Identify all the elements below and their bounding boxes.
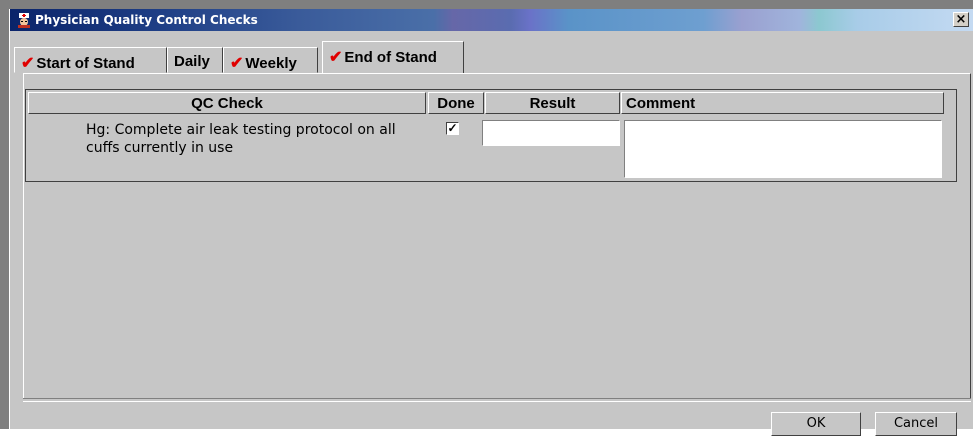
col-header-result[interactable]: Result bbox=[485, 92, 620, 114]
tab-label: Start of Stand bbox=[36, 55, 135, 72]
tab-label: Daily bbox=[174, 53, 210, 70]
window-title: Physician Quality Control Checks bbox=[35, 13, 258, 27]
tab-weekly[interactable]: ✔ Weekly bbox=[223, 47, 318, 73]
checkmark-icon: ✔ bbox=[21, 55, 35, 72]
col-header-comment[interactable]: Comment bbox=[621, 92, 944, 114]
ok-button[interactable]: OK bbox=[771, 412, 861, 436]
tab-label: Weekly bbox=[245, 55, 297, 72]
col-header-qc-check[interactable]: QC Check bbox=[28, 92, 426, 114]
tab-label: End of Stand bbox=[344, 49, 437, 66]
col-header-done[interactable]: Done bbox=[428, 92, 484, 114]
result-field[interactable] bbox=[482, 120, 620, 146]
tab-end-of-stand[interactable]: ✔ End of Stand bbox=[322, 41, 464, 73]
cancel-button[interactable]: Cancel bbox=[875, 412, 957, 436]
footer-divider bbox=[23, 398, 971, 402]
close-icon[interactable]: × bbox=[953, 12, 969, 27]
app-doctor-icon bbox=[18, 13, 30, 28]
done-checkbox[interactable]: ✓ bbox=[446, 122, 459, 135]
qc-dialog: Physician Quality Control Checks × ✔ Star… bbox=[9, 9, 973, 436]
table-row: Hg: Complete air leak testing protocol o… bbox=[28, 116, 954, 180]
tab-start-of-stand[interactable]: ✔ Start of Stand bbox=[14, 47, 167, 73]
window-frame-top bbox=[0, 0, 973, 9]
qc-grid: QC Check Done Result Comment Hg: Complet… bbox=[25, 89, 957, 182]
checkmark-icon: ✔ bbox=[230, 55, 244, 72]
qc-check-text: Hg: Complete air leak testing protocol o… bbox=[86, 122, 396, 156]
title-bar[interactable]: Physician Quality Control Checks × bbox=[10, 9, 973, 31]
comment-field[interactable] bbox=[624, 120, 942, 178]
checkmark-icon: ✔ bbox=[329, 49, 343, 66]
tab-daily[interactable]: Daily bbox=[167, 47, 223, 73]
window-frame-left bbox=[0, 0, 9, 429]
